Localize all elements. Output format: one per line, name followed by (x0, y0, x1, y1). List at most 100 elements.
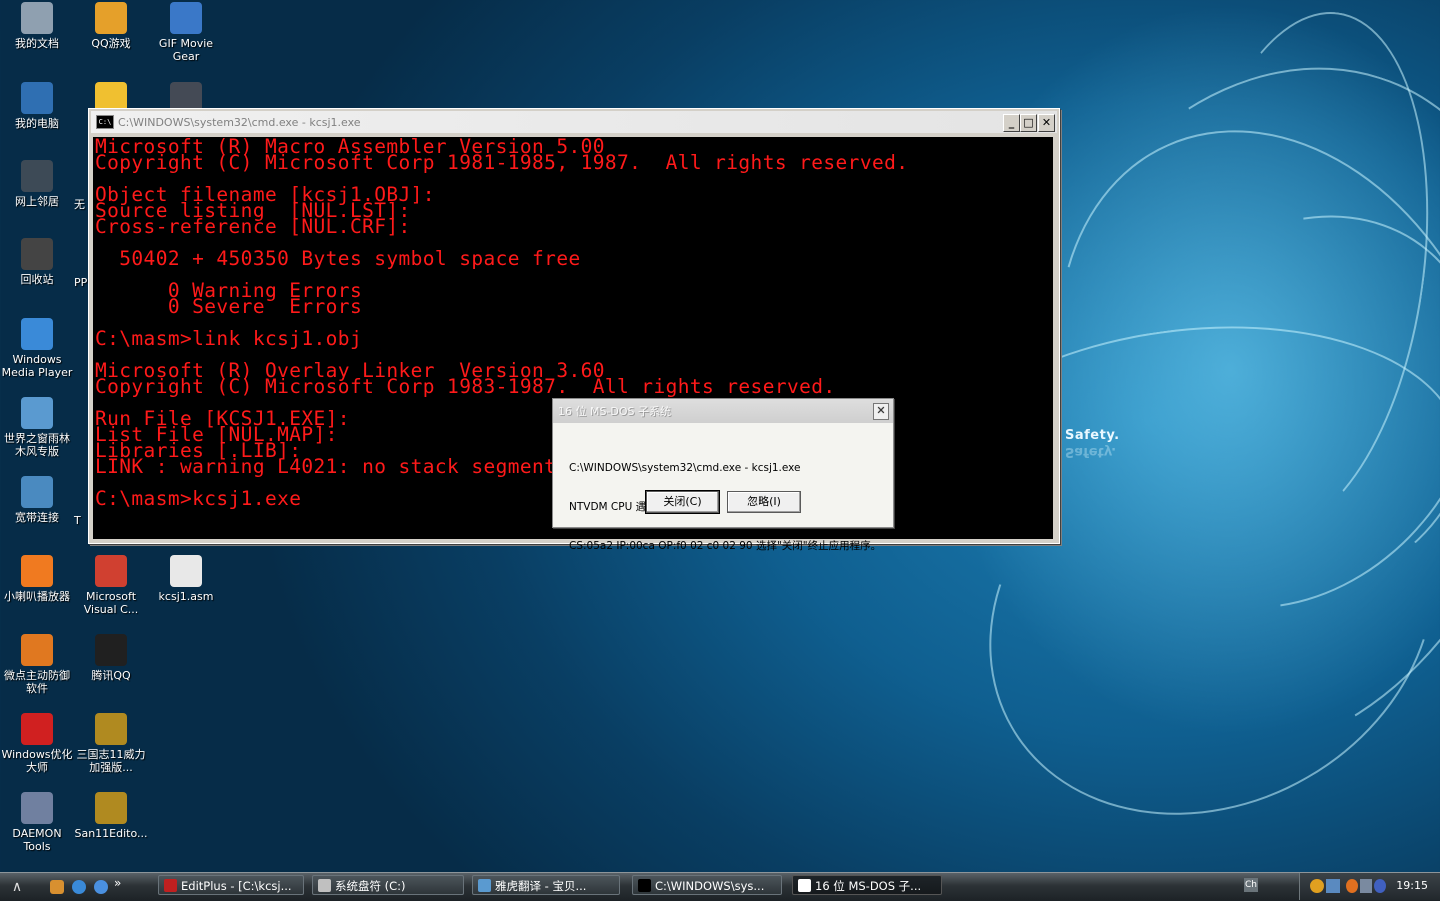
dialog-titlebar[interactable]: 16 位 MS-DOS 子系统 ✕ (553, 399, 893, 423)
network-icon (21, 160, 53, 192)
tray-daemon-icon[interactable] (1360, 879, 1372, 893)
dialog-message-line: C:\WINDOWS\system32\cmd.exe - kcsj1.exe (569, 462, 801, 474)
cmd-window-title: C:\WINDOWS\system32\cmd.exe - kcsj1.exe (118, 115, 361, 129)
desktop-icon[interactable]: 我的电脑 (0, 82, 74, 130)
recycle-bin-icon (21, 238, 53, 270)
visual-c-icon (95, 555, 127, 587)
desktop-icon-label: 我的电脑 (15, 117, 59, 130)
taskbar-task-button[interactable]: 16 位 MS-DOS 子... (792, 875, 942, 895)
taskbar-task-button[interactable]: EditPlus - [C:\kcsj... (158, 875, 304, 895)
wallpaper-text: Safety. (1065, 428, 1120, 443)
taskbar-task-label: 雅虎翻译 - 宝贝... (495, 879, 587, 893)
asm-file-icon (170, 555, 202, 587)
console-line: C:\masm>link kcsj1.obj (95, 327, 363, 350)
desktop-icon-label: 网上邻居 (15, 195, 59, 208)
drive-icon (318, 879, 331, 892)
dialog-ignore-button[interactable]: 忽略(I) (727, 491, 801, 513)
desktop-icon-label: 腾讯QQ (91, 669, 131, 682)
taskbar-task-button[interactable]: C:\WINDOWS\sys... (632, 875, 782, 895)
dialog-message: C:\WINDOWS\system32\cmd.exe - kcsj1.exe … (569, 436, 881, 579)
desktop-icon[interactable]: Windows Media Player (0, 318, 74, 379)
desktop-icon[interactable]: 世界之窗雨林木风专版 (0, 397, 74, 458)
desktop-icon-label: 回收站 (20, 273, 54, 286)
desktop-icon-label: DAEMON Tools (12, 827, 62, 853)
documents-icon (21, 2, 53, 34)
desktop-icon[interactable]: 微点主动防御软件 (0, 634, 74, 695)
cmd-window-titlebar[interactable]: C:\ C:\WINDOWS\system32\cmd.exe - kcsj1.… (91, 111, 1057, 133)
quick-launch-browser-icon[interactable] (72, 880, 86, 894)
desktop-icon-label: San11Edito... (74, 827, 148, 840)
desktop-icon-label: kcsj1.asm (158, 590, 214, 603)
ime-indicator[interactable]: Ch (1244, 878, 1258, 892)
desktop-icon[interactable]: 回收站 (0, 238, 74, 286)
media-player-icon (21, 318, 53, 350)
console-line: Copyright (C) Microsoft Corp 1983-1987. … (95, 375, 836, 398)
desktop-icon-label: 微点主动防御软件 (4, 669, 70, 695)
qq-icon (95, 634, 127, 666)
quick-launch-ie-icon[interactable] (94, 880, 108, 894)
minimize-button[interactable]: _ (1003, 114, 1020, 132)
antivirus-icon (21, 634, 53, 666)
error-dialog[interactable]: 16 位 MS-DOS 子系统 ✕ C:\WINDOWS\system32\cm… (552, 398, 894, 552)
taskbar-task-button[interactable]: 系统盘符 (C:) (312, 875, 464, 895)
clock[interactable]: 19:15 (1396, 879, 1428, 892)
desktop-icon[interactable]: DAEMON Tools (0, 792, 74, 853)
my-computer-icon (21, 82, 53, 114)
taskbar-task-label: 16 位 MS-DOS 子... (815, 879, 922, 893)
close-button[interactable]: ✕ (1038, 114, 1055, 132)
dialog-close-button[interactable]: ✕ (873, 403, 889, 420)
desktop-icon-label: Windows Media Player (1, 353, 73, 379)
desktop-icon[interactable]: 三国志11威力加强版... (74, 713, 148, 774)
taskbar-task-button[interactable]: 雅虎翻译 - 宝贝... (472, 875, 620, 895)
wallpaper-text-reflection: Safety. (1065, 444, 1117, 459)
desktop-icon-label: GIF Movie Gear (158, 37, 214, 63)
desktop-icon[interactable]: Windows优化大师 (0, 713, 74, 774)
desktop-icon[interactable]: San11Edito... (74, 792, 148, 840)
tray-qq-icon[interactable] (1310, 879, 1324, 893)
taskbar-task-label: 系统盘符 (C:) (335, 879, 406, 893)
desktop-icon-label: Microsoft Visual C... (83, 590, 139, 616)
dialog-message-line: NTVDM CPU 遇到无效的指令。 (569, 501, 720, 513)
qq-game-icon (95, 2, 127, 34)
broadband-icon (21, 476, 53, 508)
dialog-message-line: CS:05a2 IP:00ca OP:f0 02 c0 02 90 选择"关闭"… (569, 540, 882, 552)
quick-launch-more-icon[interactable]: » (114, 876, 121, 890)
desktop-icon[interactable]: 腾讯QQ (74, 634, 148, 682)
console-line: 0 Severe Errors (95, 295, 363, 318)
tray-misc-icon[interactable] (1374, 879, 1386, 893)
desktop-icon-label: 小喇叭播放器 (4, 590, 70, 603)
console-line: Copyright (C) Microsoft Corp 1981-1985, … (95, 151, 909, 174)
dialog-close-app-button[interactable]: 关闭(C) (645, 490, 720, 514)
maximize-button[interactable]: □ (1020, 114, 1037, 132)
browser-icon (21, 397, 53, 429)
tray-network-icon[interactable] (1326, 879, 1340, 893)
editplus-icon (164, 879, 177, 892)
start-button[interactable]: ∧ (2, 875, 32, 899)
daemon-tools-icon (21, 792, 53, 824)
desktop-icon[interactable]: QQ游戏 (74, 2, 148, 50)
desktop-icon[interactable]: kcsj1.asm (149, 555, 223, 603)
desktop-icon[interactable]: 宽带连接 (0, 476, 74, 524)
desktop-icon-label: 世界之窗雨林木风专版 (4, 432, 70, 458)
quick-launch-game-icon[interactable] (50, 880, 64, 894)
desktop-icon-label: Windows优化大师 (1, 748, 73, 774)
console-line: 50402 + 450350 Bytes symbol space free (95, 247, 581, 270)
desktop-icon-label: QQ游戏 (91, 37, 131, 50)
san11-editor-icon (95, 792, 127, 824)
window-icon (798, 879, 811, 892)
taskbar-task-label: C:\WINDOWS\sys... (655, 879, 765, 893)
desktop-icon[interactable]: Microsoft Visual C... (74, 555, 148, 616)
desktop-icon[interactable]: 网上邻居 (0, 160, 74, 208)
desktop-icon[interactable]: GIF Movie Gear (149, 2, 223, 63)
desktop-icon[interactable]: 小喇叭播放器 (0, 555, 74, 603)
desktop-icon-label: 宽带连接 (15, 511, 59, 524)
cmd-icon (638, 879, 651, 892)
gif-movie-gear-icon (170, 2, 202, 34)
desktop-icon-label: 我的文档 (15, 37, 59, 50)
desktop-icon[interactable]: 我的文档 (0, 2, 74, 50)
dialog-title: 16 位 MS-DOS 子系统 (558, 405, 672, 418)
console-line: Cross-reference [NUL.CRF]: (95, 215, 411, 238)
optimizer-icon (21, 713, 53, 745)
tray-antivirus-icon[interactable] (1346, 879, 1358, 893)
taskbar-task-label: EditPlus - [C:\kcsj... (181, 879, 292, 893)
